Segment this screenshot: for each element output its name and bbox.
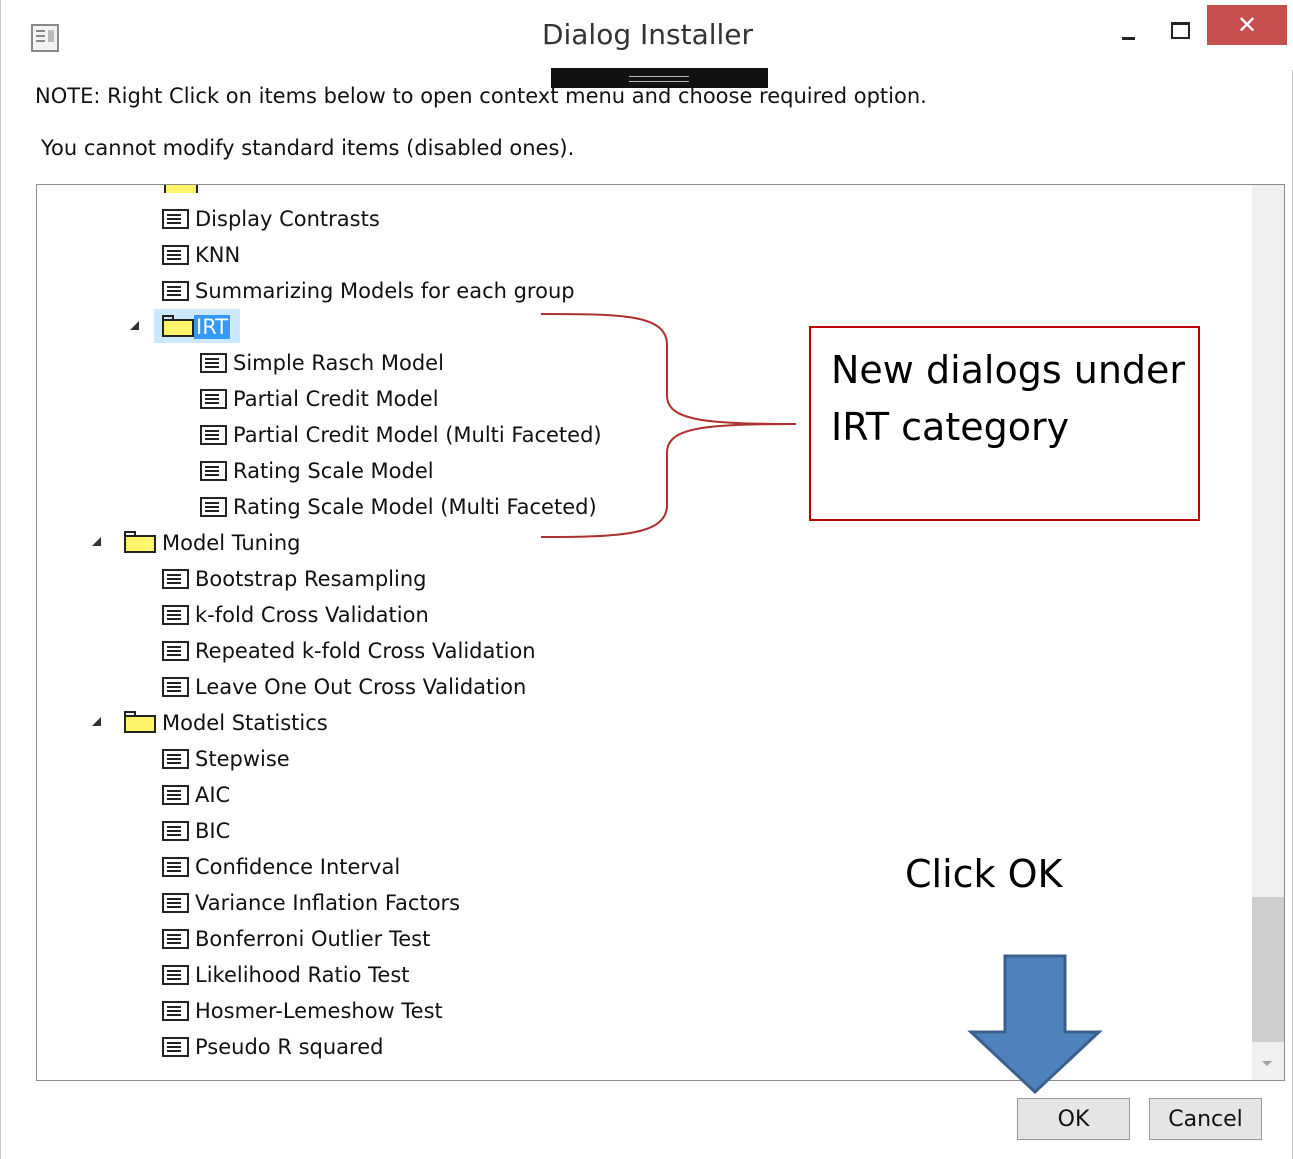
title-bar[interactable]: Dialog Installer ✕ (1, 0, 1293, 70)
tree-item-label: Rating Scale Model (Multi Faceted) (233, 495, 597, 519)
tree-item[interactable]: Partial Credit Model (Multi Faceted) (200, 419, 602, 451)
tree-item[interactable]: Rating Scale Model (200, 455, 434, 487)
partially-visible-tree-item (162, 185, 362, 193)
tree-folder[interactable]: Model Statistics (124, 707, 328, 739)
close-icon: ✕ (1236, 11, 1258, 39)
scroll-thumb[interactable] (1252, 897, 1284, 1042)
tree-item-label: Leave One Out Cross Validation (195, 675, 527, 699)
tree-item[interactable]: Summarizing Models for each group (162, 275, 575, 307)
tree-item-label: Display Contrasts (195, 207, 380, 231)
tree-item-label: AIC (195, 783, 231, 807)
tree-item-label: Simple Rasch Model (233, 351, 444, 375)
tree-item[interactable]: AIC (162, 779, 230, 811)
scroll-down-arrow-icon[interactable] (1262, 1061, 1272, 1066)
tree-item-label: Bonferroni Outlier Test (195, 927, 431, 951)
dialog-item-icon (200, 353, 227, 373)
tree-item[interactable]: KNN (162, 239, 240, 271)
tree-item[interactable]: Leave One Out Cross Validation (162, 671, 526, 703)
folder-icon (124, 531, 156, 555)
dialog-item-icon (200, 497, 227, 517)
tree-item[interactable]: Display Contrasts (162, 203, 380, 235)
dialog-item-icon (162, 209, 189, 229)
tree-item-label: Bootstrap Resampling (195, 567, 427, 591)
tree-item[interactable]: Simple Rasch Model (200, 347, 444, 379)
dialog-item-icon (162, 1001, 189, 1021)
expand-arrow-icon[interactable] (130, 321, 139, 330)
tree-item[interactable]: Partial Credit Model (200, 383, 439, 415)
cancel-button[interactable]: Cancel (1149, 1098, 1262, 1140)
folder-icon (162, 315, 194, 339)
tree-item-label: Partial Credit Model (Multi Faceted) (233, 423, 602, 447)
dialog-item-icon (162, 605, 189, 625)
tree-item[interactable]: Repeated k-fold Cross Validation (162, 635, 536, 667)
tree-item[interactable]: k-fold Cross Validation (162, 599, 429, 631)
close-button[interactable]: ✕ (1207, 5, 1287, 45)
tree-item-label: Likelihood Ratio Test (195, 963, 410, 987)
tree-item[interactable]: Stepwise (162, 743, 290, 775)
dialog-item-icon (162, 785, 189, 805)
click-ok-annotation: Click OK (905, 852, 1063, 896)
callout-box: New dialogs under IRT category (809, 326, 1200, 521)
tree-item[interactable]: Likelihood Ratio Test (162, 959, 410, 991)
tree-item-label: k-fold Cross Validation (195, 603, 429, 627)
dialog-item-icon (162, 821, 189, 841)
tree-item[interactable]: Hosmer-Lemeshow Test (162, 995, 443, 1027)
tree-item[interactable]: Confidence Interval (162, 851, 400, 883)
tree-item-label: Rating Scale Model (233, 459, 434, 483)
tree-item-label: Pseudo R squared (195, 1035, 384, 1059)
tree-item-label: Variance Inflation Factors (195, 891, 461, 915)
vertical-scrollbar[interactable] (1252, 185, 1284, 1080)
tree-item[interactable]: Rating Scale Model (Multi Faceted) (200, 491, 597, 523)
minimize-button[interactable] (1106, 12, 1146, 52)
dialog-installer-window: Dialog Installer ✕ NOTE: Right Click on … (0, 0, 1293, 1159)
down-arrow-icon (967, 954, 1103, 1095)
tree-item-label: Model Statistics (162, 711, 328, 735)
dialog-item-icon (162, 1037, 189, 1057)
tree-item-label: BIC (195, 819, 231, 843)
dialog-tree-view[interactable]: Display Contrasts KNN Summarizing Models f… (36, 184, 1285, 1081)
dialog-item-icon (162, 569, 189, 589)
tree-item-label: KNN (195, 243, 241, 267)
dialog-item-icon (162, 281, 189, 301)
tree-item-label: Summarizing Models for each group (195, 279, 575, 303)
dialog-item-icon (200, 461, 227, 481)
tree-item[interactable]: Bootstrap Resampling (162, 563, 427, 595)
dialog-item-icon (162, 857, 189, 877)
expand-arrow-icon[interactable] (92, 537, 101, 546)
dialog-item-icon (162, 929, 189, 949)
dialog-item-icon (200, 425, 227, 445)
dialog-item-icon (162, 641, 189, 661)
folder-icon (124, 711, 156, 735)
tree-folder[interactable]: IRT (162, 311, 231, 343)
dialog-item-icon (162, 893, 189, 913)
tree-item-label: Model Tuning (162, 531, 301, 555)
tree-folder[interactable]: Model Tuning (124, 527, 300, 559)
expand-arrow-icon[interactable] (92, 717, 101, 726)
tree-item[interactable]: Variance Inflation Factors (162, 887, 460, 919)
dialog-item-icon (200, 389, 227, 409)
tree-item-label: Partial Credit Model (233, 387, 439, 411)
subnote-text: You cannot modify standard items (disabl… (41, 136, 575, 160)
tree-item-label: Confidence Interval (195, 855, 401, 879)
maximize-button[interactable] (1161, 12, 1201, 52)
callout-text: New dialogs under IRT category (831, 348, 1186, 449)
tree-item-label: Repeated k-fold Cross Validation (195, 639, 536, 663)
note-text: NOTE: Right Click on items below to open… (35, 84, 927, 108)
tree-item[interactable]: BIC (162, 815, 230, 847)
tree-item[interactable]: Pseudo R squared (162, 1031, 383, 1063)
dialog-item-icon (162, 677, 189, 697)
tree-item-label: Stepwise (195, 747, 290, 771)
tree-item-label: IRT (194, 315, 231, 339)
window-title: Dialog Installer (541, 18, 754, 51)
tree-item-label: Hosmer-Lemeshow Test (195, 999, 443, 1023)
dialog-item-icon (162, 749, 189, 769)
dialog-item-icon (162, 245, 189, 265)
dialog-item-icon (162, 965, 189, 985)
ok-button[interactable]: OK (1017, 1098, 1130, 1140)
tree-item[interactable]: Bonferroni Outlier Test (162, 923, 430, 955)
